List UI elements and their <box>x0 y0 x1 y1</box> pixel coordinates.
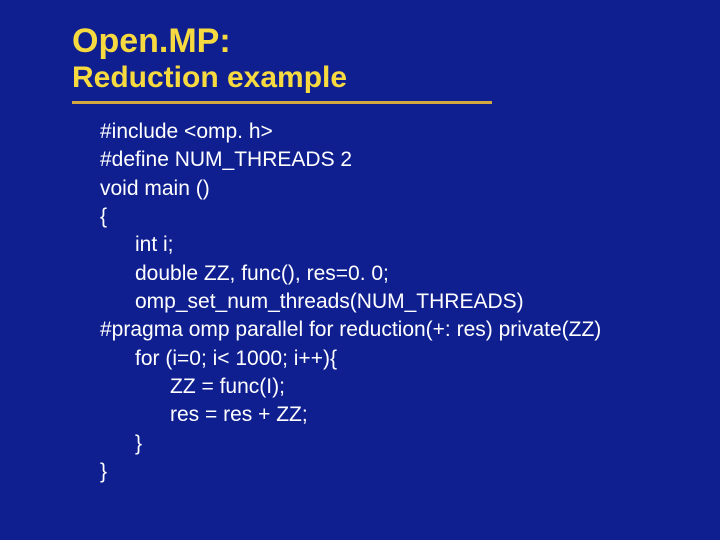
code-line: #include <omp. h> <box>100 120 273 143</box>
code-line: res = res + ZZ; <box>100 403 308 426</box>
slide: Open.MP: Reduction example #include <omp… <box>0 0 720 540</box>
code-line: #pragma omp parallel for reduction(+: re… <box>100 318 601 341</box>
code-line: for (i=0; i< 1000; i++){ <box>100 347 337 370</box>
code-line: ZZ = func(I); <box>100 375 285 398</box>
code-line: { <box>100 205 107 228</box>
code-line: int i; <box>100 233 174 256</box>
code-line: omp_set_num_threads(NUM_THREADS) <box>100 290 524 313</box>
code-line: } <box>100 460 107 483</box>
slide-title-line2: Reduction example <box>72 61 492 104</box>
code-line: #define NUM_THREADS 2 <box>100 148 352 171</box>
code-block: #include <omp. h> #define NUM_THREADS 2 … <box>100 118 670 486</box>
code-line: void main () <box>100 177 210 200</box>
code-line: double ZZ, func(), res=0. 0; <box>100 262 389 285</box>
slide-title-line1: Open.MP: <box>72 18 670 61</box>
code-line: } <box>100 432 142 455</box>
